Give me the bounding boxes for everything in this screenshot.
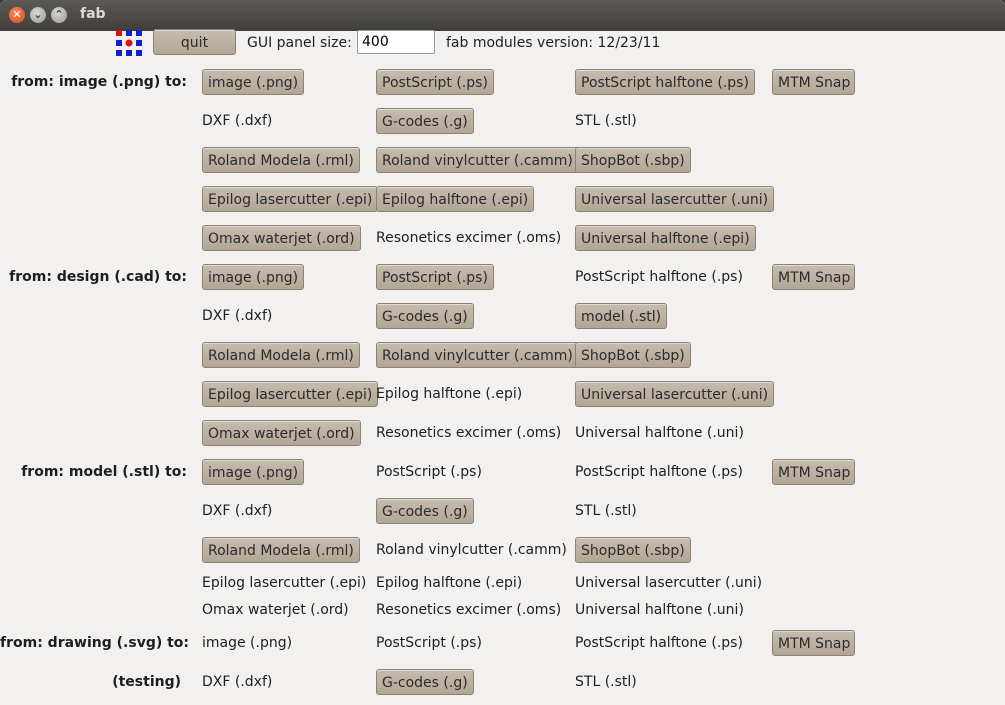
image-to-gcode-button[interactable]: G-codes (.g) bbox=[376, 108, 474, 134]
version-text: fab modules version: 12/23/11 bbox=[446, 35, 661, 51]
model-to-png-button[interactable]: image (.png) bbox=[202, 459, 305, 485]
model-to-ps-halftone-label: PostScript halftone (.ps) bbox=[575, 464, 743, 480]
model-to-epi-halftone-label: Epilog halftone (.epi) bbox=[376, 575, 523, 591]
image-to-epi-button[interactable]: Epilog lasercutter (.epi) bbox=[202, 186, 379, 212]
design-to-mtm-snap-button[interactable]: MTM Snap bbox=[772, 264, 855, 290]
design-to-camm-button[interactable]: Roland vinylcutter (.camm) bbox=[376, 342, 579, 368]
row-label-model: from: model (.stl) to: bbox=[21, 464, 187, 480]
model-to-gcode-button[interactable]: G-codes (.g) bbox=[376, 498, 474, 524]
image-to-mtm-snap-button[interactable]: MTM Snap bbox=[772, 69, 855, 95]
design-to-ps-halftone-label: PostScript halftone (.ps) bbox=[575, 269, 743, 285]
drawing-to-ps-halftone-label: PostScript halftone (.ps) bbox=[575, 635, 743, 651]
close-icon[interactable]: ✕ bbox=[9, 7, 25, 23]
design-to-gcode-button[interactable]: G-codes (.g) bbox=[376, 303, 474, 329]
window-title: fab bbox=[80, 6, 106, 22]
image-to-png-button[interactable]: image (.png) bbox=[202, 69, 305, 95]
model-to-ps-label: PostScript (.ps) bbox=[376, 464, 482, 480]
design-to-ps-button[interactable]: PostScript (.ps) bbox=[376, 264, 494, 290]
design-to-dxf-label: DXF (.dxf) bbox=[202, 308, 273, 324]
model-to-mtm-snap-button[interactable]: MTM Snap bbox=[772, 459, 855, 485]
row-label-drawing: from: drawing (.svg) to: bbox=[0, 635, 190, 651]
model-to-dxf-label: DXF (.dxf) bbox=[202, 503, 273, 519]
row-label-testing: (testing) bbox=[112, 674, 181, 690]
design-to-oms-label: Resonetics excimer (.oms) bbox=[376, 425, 562, 441]
model-to-uni-halftone-label: Universal halftone (.uni) bbox=[575, 602, 744, 618]
image-to-ord-button[interactable]: Omax waterjet (.ord) bbox=[202, 225, 361, 251]
image-to-ps-button[interactable]: PostScript (.ps) bbox=[376, 69, 494, 95]
fab-window: ✕ ⌄ ⌃ fab quit GUI panel size: fab modul… bbox=[0, 0, 1005, 705]
image-to-sbp-button[interactable]: ShopBot (.sbp) bbox=[575, 147, 691, 173]
drawing-to-stl-label: STL (.stl) bbox=[575, 674, 637, 690]
model-to-ord-label: Omax waterjet (.ord) bbox=[202, 602, 349, 618]
maximize-icon[interactable]: ⌃ bbox=[51, 7, 67, 23]
model-to-rml-button[interactable]: Roland Modela (.rml) bbox=[202, 537, 360, 563]
panel-size-label: GUI panel size: bbox=[247, 35, 352, 51]
drawing-to-dxf-label: DXF (.dxf) bbox=[202, 674, 273, 690]
image-to-rml-button[interactable]: Roland Modela (.rml) bbox=[202, 147, 360, 173]
image-to-camm-button[interactable]: Roland vinylcutter (.camm) bbox=[376, 147, 579, 173]
model-to-epi-label: Epilog lasercutter (.epi) bbox=[202, 575, 367, 591]
image-to-dxf-label: DXF (.dxf) bbox=[202, 113, 273, 129]
design-to-stl-button[interactable]: model (.stl) bbox=[575, 303, 668, 329]
drawing-to-png-label: image (.png) bbox=[202, 635, 293, 651]
image-to-oms-label: Resonetics excimer (.oms) bbox=[376, 230, 562, 246]
design-to-rml-button[interactable]: Roland Modela (.rml) bbox=[202, 342, 360, 368]
drawing-to-ps-label: PostScript (.ps) bbox=[376, 635, 482, 651]
drawing-to-gcode-button[interactable]: G-codes (.g) bbox=[376, 669, 474, 695]
design-to-uni-button[interactable]: Universal lasercutter (.uni) bbox=[575, 381, 775, 407]
design-to-epi-button[interactable]: Epilog lasercutter (.epi) bbox=[202, 381, 379, 407]
image-to-stl-label: STL (.stl) bbox=[575, 113, 637, 129]
model-to-sbp-button[interactable]: ShopBot (.sbp) bbox=[575, 537, 691, 563]
model-to-camm-label: Roland vinylcutter (.camm) bbox=[376, 542, 567, 558]
image-to-uni-button[interactable]: Universal lasercutter (.uni) bbox=[575, 186, 775, 212]
model-to-uni-label: Universal lasercutter (.uni) bbox=[575, 575, 763, 591]
image-to-ps-halftone-button[interactable]: PostScript halftone (.ps) bbox=[575, 69, 755, 95]
design-to-uni-halftone-label: Universal halftone (.uni) bbox=[575, 425, 744, 441]
panel-size-input[interactable] bbox=[357, 30, 435, 54]
image-to-uni-halftone-button[interactable]: Universal halftone (.epi) bbox=[575, 225, 756, 251]
design-to-sbp-button[interactable]: ShopBot (.sbp) bbox=[575, 342, 691, 368]
row-label-image: from: image (.png) to: bbox=[11, 74, 187, 90]
design-to-epi-halftone-label: Epilog halftone (.epi) bbox=[376, 386, 523, 402]
design-to-png-button[interactable]: image (.png) bbox=[202, 264, 305, 290]
design-to-ord-button[interactable]: Omax waterjet (.ord) bbox=[202, 420, 361, 446]
minimize-icon[interactable]: ⌄ bbox=[30, 7, 46, 23]
row-label-design: from: design (.cad) to: bbox=[9, 269, 187, 285]
title-bar[interactable]: ✕ ⌄ ⌃ fab bbox=[0, 0, 1005, 31]
image-to-epi-halftone-button[interactable]: Epilog halftone (.epi) bbox=[376, 186, 535, 212]
quit-button[interactable]: quit bbox=[153, 29, 236, 55]
drawing-to-mtm-snap-button[interactable]: MTM Snap bbox=[772, 630, 855, 656]
fab-logo-icon bbox=[116, 30, 142, 56]
model-to-stl-label: STL (.stl) bbox=[575, 503, 637, 519]
model-to-oms-label: Resonetics excimer (.oms) bbox=[376, 602, 562, 618]
